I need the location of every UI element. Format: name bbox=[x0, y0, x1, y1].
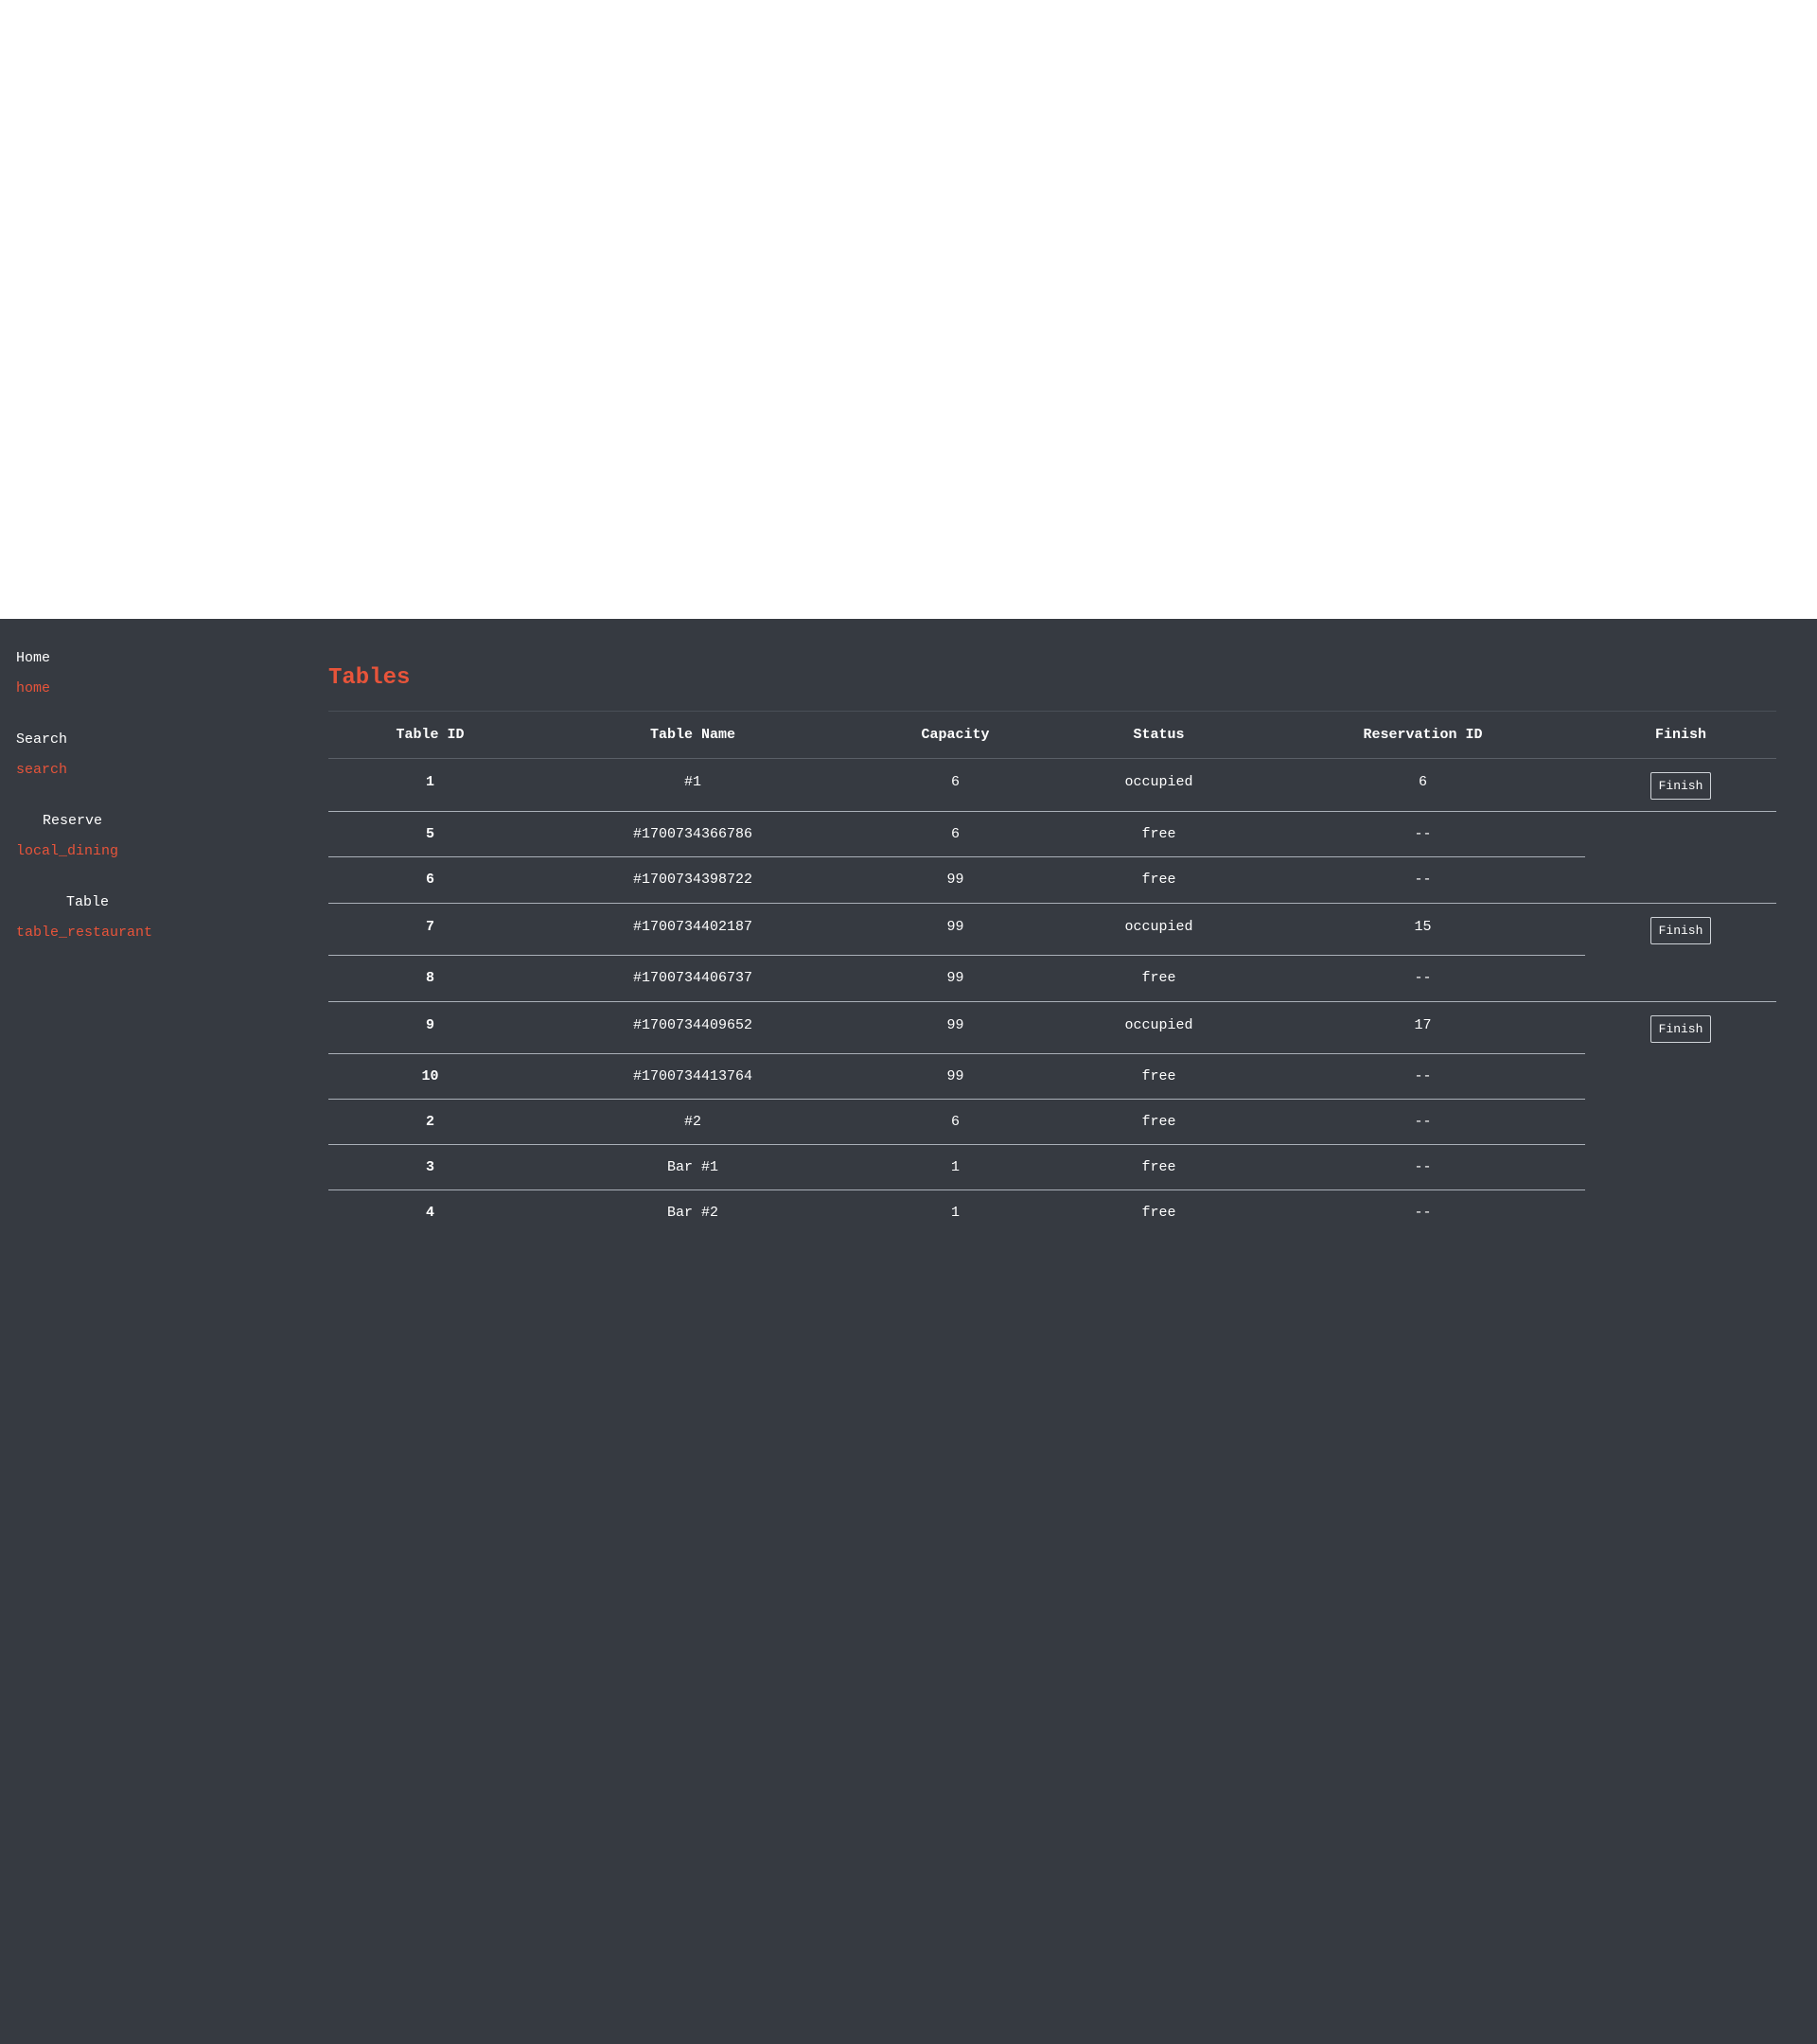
cell-reservation-id: -- bbox=[1414, 1159, 1432, 1175]
table-restaurant-icon: table_restaurant bbox=[16, 925, 153, 941]
cell-table-id: 5 bbox=[425, 826, 434, 842]
cell-table-id: 4 bbox=[425, 1205, 434, 1221]
finish-button[interactable]: Finish bbox=[1649, 917, 1712, 944]
cell-table-id: 9 bbox=[425, 1017, 434, 1033]
cell-table-name: #1700734402187 bbox=[632, 919, 753, 935]
cell-capacity: 6 bbox=[950, 826, 960, 842]
cell-finish bbox=[1585, 1145, 1776, 1190]
finish-button[interactable]: Finish bbox=[1649, 1015, 1712, 1043]
cell-capacity: 99 bbox=[946, 872, 964, 888]
nav-item-table[interactable]: Table table_restaurant bbox=[16, 888, 300, 969]
cell-status: free bbox=[1141, 1068, 1176, 1084]
sidebar: Home home Search search Reserve local_di… bbox=[16, 643, 300, 969]
search-icon: search bbox=[16, 762, 68, 778]
cell-reservation-id: 6 bbox=[1418, 774, 1427, 790]
header-table-name: Table Name bbox=[649, 727, 735, 743]
cell-status: occupied bbox=[1124, 774, 1193, 790]
cell-status: free bbox=[1141, 826, 1176, 842]
cell-capacity: 99 bbox=[946, 1017, 964, 1033]
page-title: Tables bbox=[328, 665, 411, 691]
app-container: Home home Search search Reserve local_di… bbox=[0, 619, 1817, 2044]
table-row: 6 #1700734398722 99 free -- bbox=[328, 857, 1776, 904]
cell-status: occupied bbox=[1124, 1017, 1193, 1033]
table-row: 2 #2 6 free -- bbox=[328, 1100, 1776, 1145]
cell-capacity: 6 bbox=[950, 774, 960, 790]
table-row: 7 #1700734402187 99 occupied 15 Finish bbox=[328, 904, 1776, 956]
table-row: 10 #1700734413764 99 free -- bbox=[328, 1054, 1776, 1100]
cell-table-id: 1 bbox=[425, 774, 434, 790]
cell-table-name: #1 bbox=[683, 774, 701, 790]
header-status: Status bbox=[1133, 727, 1185, 743]
table-row: 5 #1700734366786 6 free -- bbox=[328, 812, 1776, 857]
cell-capacity: 1 bbox=[950, 1159, 960, 1175]
table-header: Table ID Table Name Capacity Status Rese… bbox=[328, 712, 1776, 759]
cell-finish bbox=[1585, 812, 1776, 857]
cell-status: free bbox=[1141, 872, 1176, 888]
cell-reservation-id: -- bbox=[1414, 1205, 1432, 1221]
cell-finish bbox=[1585, 956, 1776, 1001]
cell-table-name: #2 bbox=[683, 1114, 701, 1130]
cell-reservation-id: -- bbox=[1414, 970, 1432, 986]
cell-table-id: 6 bbox=[425, 872, 434, 888]
tables-table: Table ID Table Name Capacity Status Rese… bbox=[328, 711, 1776, 1236]
nav-item-reserve[interactable]: Reserve local_dining bbox=[16, 806, 300, 888]
table-row: 4 Bar #2 1 free -- bbox=[328, 1190, 1776, 1236]
header-table-id: Table ID bbox=[396, 727, 465, 743]
cell-finish: Finish bbox=[1585, 904, 1776, 956]
header-reservation-id: Reservation ID bbox=[1363, 727, 1483, 743]
cell-table-name: Bar #1 bbox=[666, 1159, 718, 1175]
cell-finish bbox=[1585, 1054, 1776, 1100]
cell-table-id: 10 bbox=[421, 1068, 439, 1084]
cell-finish bbox=[1585, 1100, 1776, 1145]
cell-finish: Finish bbox=[1585, 759, 1776, 811]
cell-status: free bbox=[1141, 970, 1176, 986]
table-row: 9 #1700734409652 99 occupied 17 Finish bbox=[328, 1002, 1776, 1054]
cell-capacity: 99 bbox=[946, 919, 964, 935]
cell-status: free bbox=[1141, 1114, 1176, 1130]
nav-home-label: Home bbox=[16, 650, 51, 666]
cell-reservation-id: -- bbox=[1414, 872, 1432, 888]
nav-search-label: Search bbox=[16, 731, 68, 748]
cell-table-name: #1700734413764 bbox=[632, 1068, 753, 1084]
table-row: 1 #1 6 occupied 6 Finish bbox=[328, 759, 1776, 812]
table-row: 3 Bar #1 1 free -- bbox=[328, 1145, 1776, 1190]
cell-table-id: 3 bbox=[425, 1159, 434, 1175]
header-finish: Finish bbox=[1654, 727, 1706, 743]
cell-table-id: 8 bbox=[425, 970, 434, 986]
table-row: 8 #1700734406737 99 free -- bbox=[328, 956, 1776, 1002]
nav-reserve-label: Reserve bbox=[43, 813, 103, 829]
nav-item-home[interactable]: Home home bbox=[16, 643, 300, 725]
finish-button[interactable]: Finish bbox=[1649, 772, 1712, 800]
cell-finish bbox=[1585, 857, 1776, 903]
local-dining-icon: local_dining bbox=[16, 843, 119, 859]
cell-capacity: 6 bbox=[950, 1114, 960, 1130]
cell-table-name: #1700734366786 bbox=[632, 826, 753, 842]
nav-table-label: Table bbox=[66, 894, 110, 910]
cell-reservation-id: -- bbox=[1414, 1068, 1432, 1084]
cell-reservation-id: -- bbox=[1414, 1114, 1432, 1130]
cell-table-id: 2 bbox=[425, 1114, 434, 1130]
nav-item-search[interactable]: Search search bbox=[16, 725, 300, 806]
cell-status: free bbox=[1141, 1159, 1176, 1175]
blank-area bbox=[0, 0, 1817, 619]
cell-finish bbox=[1585, 1190, 1776, 1236]
cell-finish: Finish bbox=[1585, 1002, 1776, 1054]
cell-capacity: 99 bbox=[946, 970, 964, 986]
cell-capacity: 1 bbox=[950, 1205, 960, 1221]
cell-table-name: #1700734409652 bbox=[632, 1017, 753, 1033]
cell-table-id: 7 bbox=[425, 919, 434, 935]
cell-reservation-id: 15 bbox=[1414, 919, 1432, 935]
cell-table-name: #1700734398722 bbox=[632, 872, 753, 888]
home-icon: home bbox=[16, 680, 51, 696]
cell-table-name: #1700734406737 bbox=[632, 970, 753, 986]
header-capacity: Capacity bbox=[921, 727, 990, 743]
cell-table-name: Bar #2 bbox=[666, 1205, 718, 1221]
cell-reservation-id: 17 bbox=[1414, 1017, 1432, 1033]
cell-status: free bbox=[1141, 1205, 1176, 1221]
cell-capacity: 99 bbox=[946, 1068, 964, 1084]
cell-status: occupied bbox=[1124, 919, 1193, 935]
cell-reservation-id: -- bbox=[1414, 826, 1432, 842]
